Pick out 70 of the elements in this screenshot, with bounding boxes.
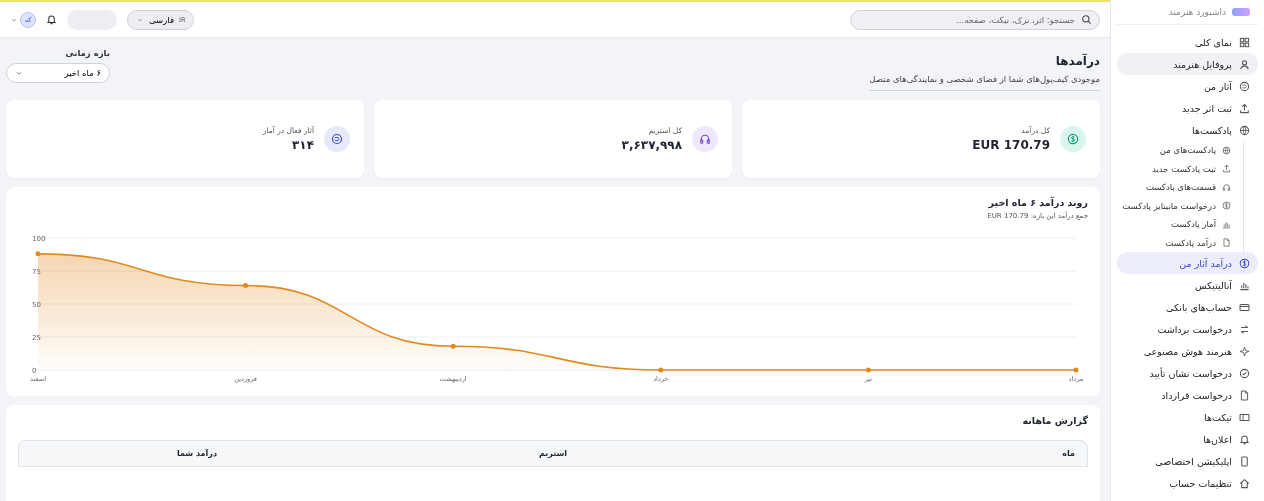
period-label: بازه زمانی: [65, 48, 110, 58]
data-point: [450, 343, 456, 349]
sidebar-subitem[interactable]: درخواست مانیتایز پادکست: [1117, 196, 1239, 215]
headphones-icon: [699, 133, 711, 145]
stat-value: ۳,۶۳۷,۹۹۸: [621, 138, 682, 152]
sidebar-item[interactable]: نمای کلی: [1117, 31, 1258, 53]
logo-icon: [1232, 8, 1250, 16]
page-title: درآمدها: [1054, 54, 1100, 68]
period-select[interactable]: ۶ ماه اخیر: [6, 63, 110, 83]
sidebar-item[interactable]: تیکت‌ها: [1117, 406, 1258, 428]
upload-icon: [1222, 164, 1231, 174]
grid-icon: [1239, 36, 1250, 48]
ticket-icon: [1239, 411, 1250, 423]
check-icon: [1239, 367, 1250, 379]
data-point: [1073, 367, 1079, 373]
bell-icon: [46, 14, 57, 25]
search-icon: [1081, 14, 1092, 25]
data-point: [658, 367, 664, 373]
file-icon: [1222, 238, 1231, 248]
dollar-icon: [1239, 257, 1250, 269]
sidebar-subitem[interactable]: درآمد پادکست: [1117, 233, 1239, 252]
sidebar-subitem[interactable]: پادکست‌های من: [1117, 141, 1239, 160]
search-field[interactable]: جستجو: اثر، ترک، تیکت، صفحه...: [850, 9, 1100, 30]
column-header: استریم: [537, 448, 569, 460]
data-point: [35, 251, 41, 257]
stat-value: EUR 170.79: [972, 138, 1050, 152]
sidebar-item[interactable]: اعلان‌ها: [1117, 428, 1258, 450]
sidebar-item[interactable]: تنظیمات حساب: [1117, 472, 1258, 494]
sidebar-item[interactable]: پادکست‌ها: [1117, 119, 1258, 141]
sidebar-subitem[interactable]: ثبت پادکست جدید: [1117, 159, 1239, 178]
file-icon: [1239, 389, 1250, 401]
stat-value: ۳۱۴: [291, 138, 314, 152]
globe-icon: [1239, 124, 1250, 136]
sidebar-item[interactable]: درخواست برداشت: [1117, 318, 1258, 340]
chart-icon: [1222, 219, 1231, 229]
card-icon: [1239, 301, 1250, 313]
upload-icon: [1239, 102, 1250, 114]
disc-icon: [331, 133, 343, 145]
sidebar-item[interactable]: اپلیکیشن اختصاصی: [1117, 450, 1258, 472]
caret-icon: [15, 69, 23, 77]
user-icon: [1239, 58, 1250, 70]
column-header: ماه: [1061, 448, 1076, 460]
sidebar-subitem[interactable]: قسمت‌های پادکست: [1117, 178, 1239, 197]
report-title: گزارش ماهانه: [1021, 415, 1088, 426]
swap-icon: [1239, 323, 1250, 335]
column-header: درآمد شما: [175, 448, 218, 460]
brand-name: داشبورد هنرمند: [1168, 7, 1226, 17]
dollar-icon: [1222, 201, 1231, 211]
sidebar-item[interactable]: پروفایل هنرمند: [1117, 53, 1258, 75]
sidebar-item[interactable]: آنالیتیکس: [1117, 274, 1258, 296]
headphones-icon: [1222, 182, 1231, 192]
sidebar-item[interactable]: درآمد آثار من: [1117, 252, 1258, 274]
data-point: [865, 367, 871, 373]
bell-icon: [1239, 433, 1250, 445]
sidebar-item[interactable]: درخواست نشان تأیید: [1117, 362, 1258, 384]
sidebar-item[interactable]: درخواست قرارداد: [1117, 384, 1258, 406]
sidebar-item[interactable]: هنرمند هوش مصنوعی: [1117, 340, 1258, 362]
data-point: [243, 283, 249, 288]
chart-title: روند درآمد ۶ ماه اخیر: [987, 197, 1088, 208]
phone-icon: [1239, 455, 1250, 467]
home-icon: [1239, 477, 1250, 489]
sidebar-item[interactable]: حساب‌های بانکی: [1117, 296, 1258, 318]
page-subtitle: موجودی کیف‌پول‌های شما از فضای شخصی و نمایندگی‌های متصل: [869, 74, 1100, 84]
sidebar-subitem[interactable]: آمار پادکست: [1117, 215, 1239, 234]
sidebar-item[interactable]: آثار من: [1117, 75, 1258, 97]
sidebar-item[interactable]: ثبت اثر جدید: [1117, 97, 1258, 119]
disc-icon: [1239, 80, 1250, 92]
globe-icon: [1222, 145, 1231, 155]
dollar-icon: [1067, 133, 1079, 145]
spark-icon: [1239, 345, 1250, 357]
